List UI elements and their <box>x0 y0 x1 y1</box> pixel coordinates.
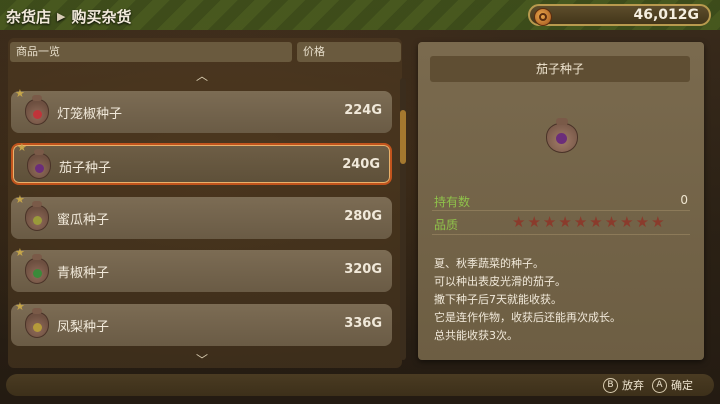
star-icon: ★ <box>512 213 526 231</box>
scroll-down-icon[interactable]: ﹀ <box>192 354 212 366</box>
item-description: 夏、秋季蔬菜的种子。 可以种出表皮光滑的茄子。 撒下种子后7天就能收获。 它是连… <box>434 255 689 345</box>
star-icon: ★ <box>15 246 25 259</box>
item-price: 320G <box>344 262 382 277</box>
item-name: 青椒种子 <box>57 266 110 281</box>
star-icon: ★ <box>620 213 634 231</box>
star-icon: ★ <box>17 141 27 154</box>
item-name: 蜜瓜种子 <box>57 213 110 228</box>
seed-bag-icon <box>25 95 49 125</box>
owned-label: 持有数 <box>434 195 471 209</box>
seed-bag-icon <box>25 201 49 231</box>
money-amount: 46,012G <box>633 7 699 23</box>
column-header-name: 商品一览 <box>10 42 292 62</box>
seed-bag-icon <box>27 149 51 179</box>
item-detail-card: 茄子种子 持有数 0 品质 ★ ★ ★ ★ ★ ★ ★ ★ ★ ★ 夏、秋季蔬菜的种子。 可以种出… <box>418 42 704 360</box>
star-icon: ★ <box>15 87 25 100</box>
star-icon: ★ <box>527 213 541 231</box>
item-name: 凤梨种子 <box>57 320 110 335</box>
list-item[interactable]: ★ 蜜瓜种子 280G <box>11 193 392 239</box>
star-icon: ★ <box>573 213 588 231</box>
list-item[interactable]: ★ 灯笼椒种子 224G <box>11 87 392 133</box>
item-price: 280G <box>344 209 382 224</box>
confirm-button[interactable]: A 确定 <box>652 377 693 393</box>
breadcrumb-parent: 杂货店 <box>6 7 52 26</box>
divider <box>432 210 690 211</box>
item-price: 336G <box>344 316 382 331</box>
quality-stars: ★ ★ ★ ★ ★ ★ ★ ★ ★ ★ <box>512 215 665 230</box>
star-icon: ★ <box>15 300 25 313</box>
seed-bag-icon <box>546 117 578 153</box>
item-price: 224G <box>344 103 382 118</box>
star-icon: ★ <box>15 193 25 206</box>
star-icon: ★ <box>604 213 619 231</box>
item-name: 灯笼椒种子 <box>57 107 123 122</box>
seed-bag-icon <box>25 254 49 284</box>
star-icon: ★ <box>651 213 665 231</box>
breadcrumb: 杂货店 ▶ 购买杂货 <box>6 5 132 27</box>
list-item[interactable]: ★ 青椒种子 320G <box>11 246 392 292</box>
money-display: 46,012G <box>528 4 711 26</box>
star-icon: ★ <box>558 213 572 231</box>
star-icon: ★ <box>542 213 557 231</box>
description-line: 它是连作作物，收获后还能再次成长。 <box>434 311 621 324</box>
star-icon: ★ <box>635 213 650 231</box>
b-button-icon: B <box>603 377 618 393</box>
description-line: 可以种出表皮光滑的茄子。 <box>434 275 566 288</box>
scrollbar-thumb[interactable] <box>400 110 406 164</box>
item-price: 240G <box>342 157 380 172</box>
divider <box>432 234 690 235</box>
quality-label: 品质 <box>434 218 459 232</box>
breadcrumb-current: 购买杂货 <box>71 7 132 26</box>
list-item-selected[interactable]: ★ 茄子种子 240G <box>11 141 392 185</box>
abandon-button[interactable]: B 放弃 <box>603 377 644 393</box>
confirm-label: 确定 <box>671 379 693 392</box>
scroll-up-icon[interactable]: ︿ <box>192 70 212 82</box>
star-icon: ★ <box>589 213 603 231</box>
owned-value: 0 <box>680 193 688 207</box>
seed-bag-icon <box>25 308 49 338</box>
coin-icon <box>534 8 552 26</box>
item-name: 茄子种子 <box>59 161 112 176</box>
abandon-label: 放弃 <box>622 379 644 392</box>
description-line: 夏、秋季蔬菜的种子。 <box>434 257 544 270</box>
detail-title: 茄子种子 <box>430 56 690 82</box>
list-item[interactable]: ★ 凤梨种子 336G <box>11 300 392 346</box>
a-button-icon: A <box>652 377 667 393</box>
column-header-price: 价格 <box>297 42 401 62</box>
description-line: 总共能收获3次。 <box>434 329 518 342</box>
description-line: 撒下种子后7天就能收获。 <box>434 293 562 306</box>
breadcrumb-arrow-icon: ▶ <box>57 9 66 23</box>
